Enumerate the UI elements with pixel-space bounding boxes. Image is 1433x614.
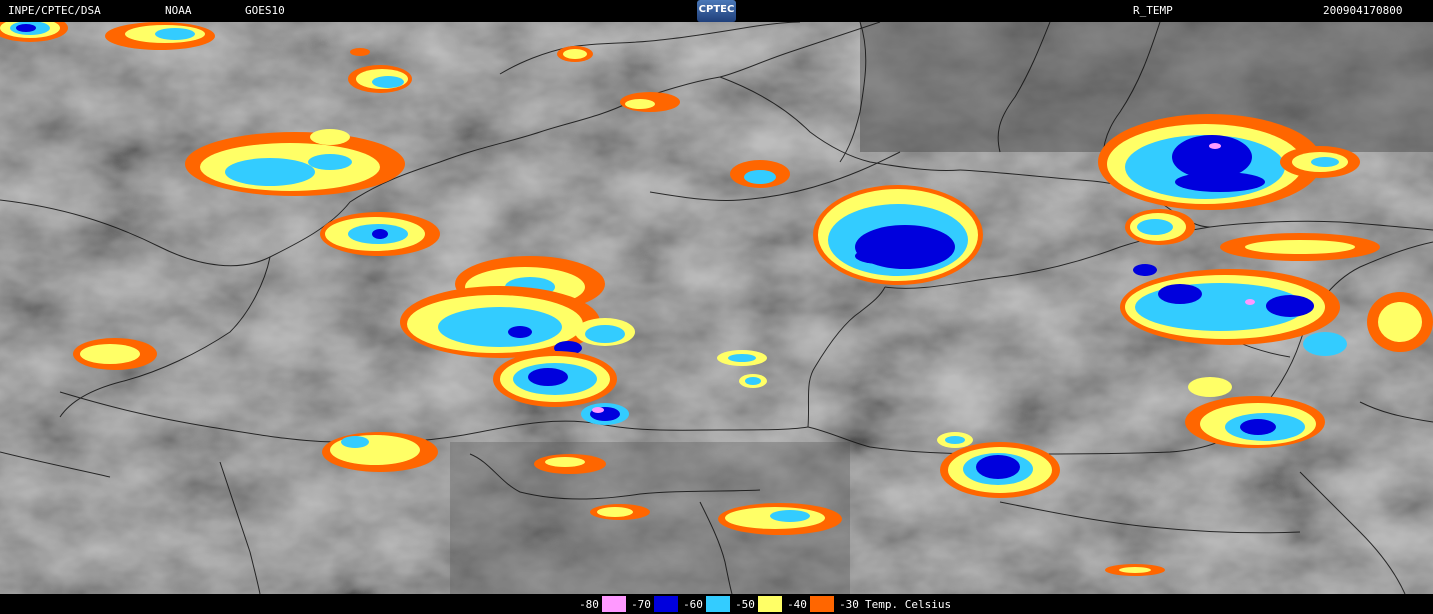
legend-label-50: -50	[735, 597, 755, 611]
satellite-label: GOES10	[245, 4, 285, 17]
agency-label: NOAA	[165, 4, 192, 17]
legend-unit: Temp. Celsius	[865, 597, 952, 611]
legend-label-70: -70	[631, 597, 651, 611]
legend-swatch-orange	[809, 595, 835, 613]
satellite-image-viewer: INPE/CPTEC/DSA NOAA GOES10 CPTEC R_TEMP …	[0, 0, 1433, 614]
legend-label-40: -40	[787, 597, 807, 611]
legend-label-60: -60	[683, 597, 703, 611]
cluster-center-4	[581, 403, 629, 425]
cluster-central-big	[813, 185, 983, 285]
header-bar: INPE/CPTEC/DSA NOAA GOES10 CPTEC R_TEMP …	[0, 0, 1433, 22]
cluster-west-2	[320, 212, 440, 256]
infrared-satellite-map	[0, 22, 1433, 594]
timestamp-label: 200904170800	[1323, 4, 1403, 17]
cluster-top-2	[105, 22, 215, 50]
product-label: R_TEMP	[1133, 4, 1173, 17]
legend-label-30: -30	[839, 597, 859, 611]
source-label: INPE/CPTEC/DSA	[8, 4, 101, 17]
cluster-west-3	[73, 338, 157, 370]
temperature-legend: -80 -70 -60 -50 -40 -30 Temp. Celsius	[577, 594, 951, 614]
legend-swatch-pink	[601, 595, 627, 613]
cluster-center-3	[493, 351, 617, 407]
legend-swatch-cyan	[705, 595, 731, 613]
legend-swatch-yellow	[757, 595, 783, 613]
legend-swatch-blue	[653, 595, 679, 613]
cptec-logo: CPTEC	[697, 0, 736, 22]
legend-label-80: -80	[579, 597, 599, 611]
